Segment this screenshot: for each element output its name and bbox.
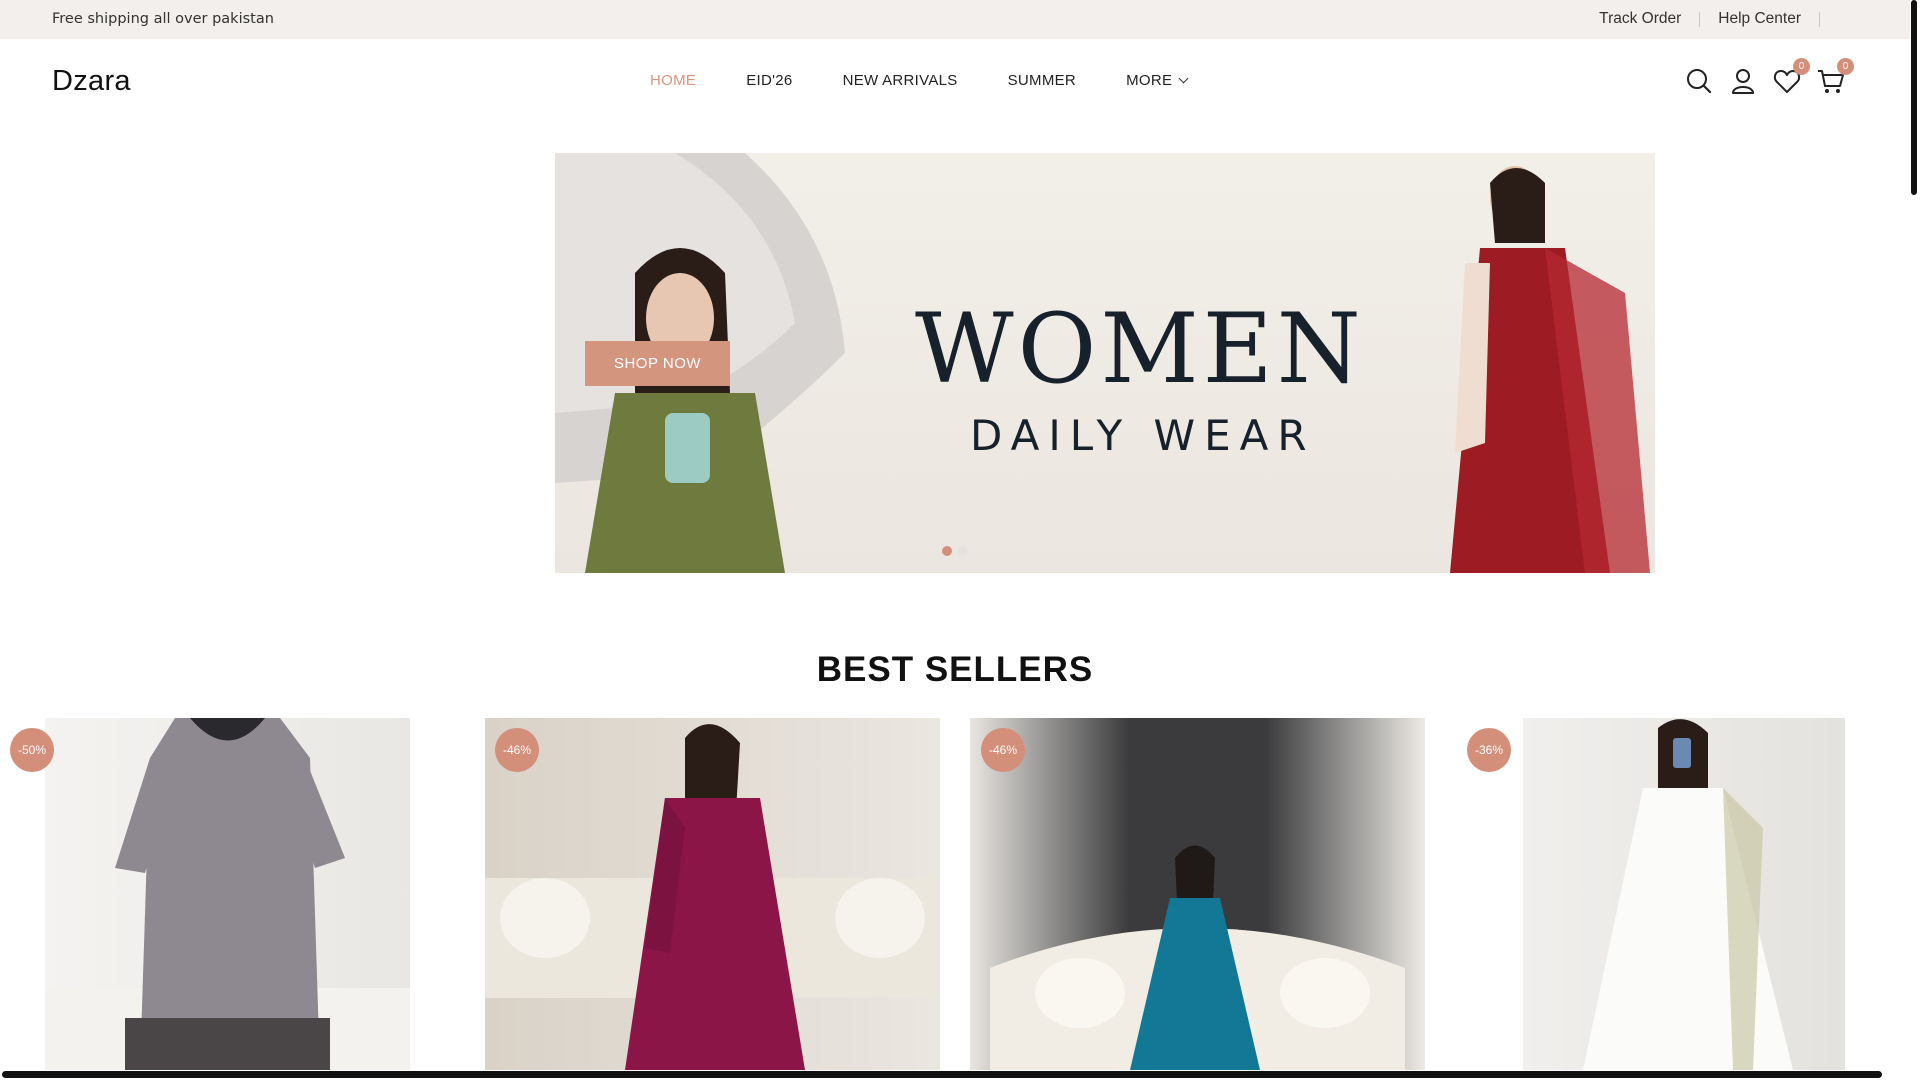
product-image [1583,719,1793,1070]
hero-title: WOMEN [915,293,1365,405]
nav-summer[interactable]: SUMMER [1008,72,1076,89]
product-card-1[interactable] [45,718,410,1070]
nav-label: SUMMER [1007,72,1077,89]
wishlist-count-badge: 0 [1793,58,1810,75]
shipping-notice: Free shipping all over pakistan [52,11,274,27]
wishlist-button[interactable]: 0 [1772,58,1810,96]
discount-badge: -50% [10,728,54,772]
nav-eid[interactable]: EID'26 [746,72,792,89]
site-logo[interactable]: Dzara [52,65,131,98]
product-image [45,718,410,1070]
account-button[interactable] [1728,66,1758,96]
main-nav: HOME EID'26 NEW ARRIVALS SUMMER MORE [650,72,1237,89]
discount-badge: -36% [1467,728,1511,772]
best-sellers-heading: BEST SELLERS [816,650,1094,689]
product-card-4[interactable] [1523,718,1845,1070]
product-card-2[interactable] [485,718,940,1070]
nav-label: HOME [650,72,697,89]
search-icon [1687,69,1712,94]
slide-dot-2[interactable] [958,546,968,556]
nav-home[interactable]: HOME [650,72,696,89]
nav-label: MORE [1126,72,1173,89]
slide-dot-1[interactable] [942,546,952,556]
hero-banner[interactable]: SHOP NOW WOMEN DAILY WEAR [555,153,1655,573]
divider [1699,11,1701,27]
hero-model-red-dress-image [1450,166,1650,573]
divider [1819,11,1820,27]
product-image [990,845,1405,1070]
top-links: Track Order Help Center [1599,10,1838,28]
user-icon [1732,69,1754,94]
header-icons: 0 0 [1684,58,1860,96]
nav-label: NEW ARRIVALS [842,72,958,89]
search-button[interactable] [1684,66,1714,96]
cart-count-badge: 0 [1837,58,1854,75]
horizontal-scrollbar[interactable] [2,1071,1882,1078]
slider-dots [942,546,974,556]
product-card-3[interactable] [970,718,1425,1070]
chevron-down-icon [1178,73,1189,84]
discount-badge: -46% [495,728,539,772]
site-header: Dzara HOME EID'26 NEW ARRIVALS SUMMER MO… [0,39,1910,123]
discount-badge: -46% [981,728,1025,772]
shop-now-button[interactable]: SHOP NOW [585,341,730,386]
nav-more[interactable]: MORE [1126,72,1189,89]
hero-subtitle: DAILY WEAR [970,411,1316,460]
cart-button[interactable]: 0 [1816,58,1854,96]
product-image [485,724,940,1070]
announcement-bar: Free shipping all over pakistan Track Or… [0,0,1910,39]
track-order-link[interactable]: Track Order [1599,10,1681,28]
nav-label: EID'26 [746,72,793,89]
vertical-scrollbar[interactable] [1911,0,1917,195]
help-center-link[interactable]: Help Center [1718,10,1801,28]
nav-new-arrivals[interactable]: NEW ARRIVALS [843,72,958,89]
